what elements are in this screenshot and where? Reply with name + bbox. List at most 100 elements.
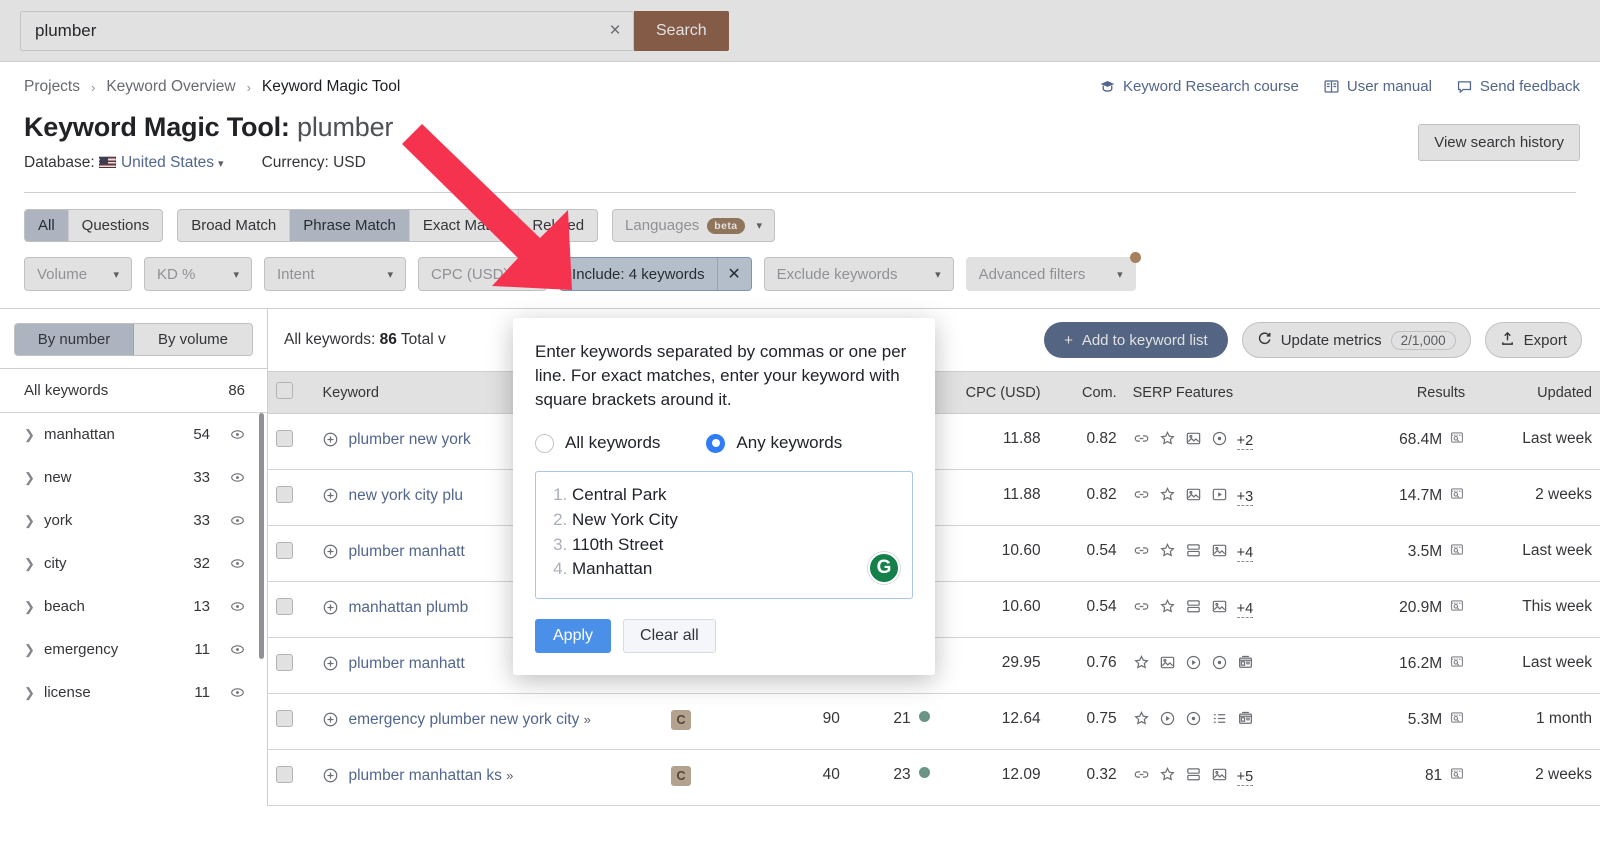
serp-more-link[interactable]: +2	[1236, 433, 1254, 450]
send-feedback-link[interactable]: Send feedback	[1456, 78, 1580, 95]
select-all-checkbox[interactable]	[276, 382, 293, 399]
export-button[interactable]: Export	[1484, 322, 1582, 358]
languages-dropdown[interactable]: Languages beta ▾	[612, 209, 776, 242]
tab-broad-match[interactable]: Broad Match	[178, 210, 291, 241]
add-keyword-icon[interactable]	[322, 711, 339, 733]
database-selector[interactable]: Database: United States ▾	[24, 154, 224, 172]
breadcrumb-keyword-overview[interactable]: Keyword Overview	[106, 78, 235, 96]
star-icon[interactable]	[1159, 430, 1176, 452]
sidebar-item-manhattan[interactable]: ❯ manhattan 54	[0, 413, 267, 456]
image-icon[interactable]	[1185, 486, 1202, 508]
eye-icon[interactable]	[230, 513, 245, 528]
intent-filter[interactable]: Intent ▾	[264, 257, 406, 291]
keyword-link[interactable]: plumber new york	[348, 430, 470, 451]
update-metrics-button[interactable]: Update metrics 2/1,000	[1241, 322, 1471, 358]
star-icon[interactable]	[1159, 766, 1176, 788]
intent-badge[interactable]: C	[671, 710, 692, 730]
image-icon[interactable]	[1159, 654, 1176, 676]
column-com[interactable]: Com.	[1048, 371, 1125, 414]
serp-preview-icon[interactable]	[1449, 542, 1465, 562]
chevron-right-icon[interactable]: ❯	[24, 470, 35, 486]
user-manual-link[interactable]: User manual	[1323, 78, 1432, 95]
table-row[interactable]: emergency plumber new york city » C 90 2…	[268, 693, 1600, 750]
eye-icon[interactable]	[230, 427, 245, 442]
video-icon[interactable]	[1185, 654, 1202, 676]
serp-more-link[interactable]: +4	[1236, 601, 1254, 618]
add-keyword-icon[interactable]	[322, 767, 339, 789]
row-checkbox[interactable]	[276, 430, 293, 447]
news-icon[interactable]	[1237, 710, 1254, 732]
serp-more-link[interactable]: +3	[1236, 489, 1254, 506]
intent-badge[interactable]: C	[671, 766, 692, 786]
eye-icon[interactable]	[230, 599, 245, 614]
radio-all-keywords[interactable]: All keywords	[535, 433, 660, 453]
sidebar-item-new[interactable]: ❯ new 33	[0, 456, 267, 499]
image-icon[interactable]	[1185, 430, 1202, 452]
serp-more-link[interactable]: +5	[1236, 769, 1254, 786]
sidebar-scrollbar[interactable]	[259, 413, 264, 659]
location-icon[interactable]	[1211, 654, 1228, 676]
cpc-filter[interactable]: CPC (USD) ▾	[418, 257, 548, 291]
sidebar-item-city[interactable]: ❯ city 32	[0, 542, 267, 585]
serp-more-link[interactable]: +4	[1236, 545, 1254, 562]
chevron-right-icon[interactable]: ❯	[24, 685, 35, 701]
radio-any-keywords[interactable]: Any keywords	[706, 433, 842, 453]
keyword-research-course-link[interactable]: Keyword Research course	[1099, 78, 1299, 95]
link-icon[interactable]	[1133, 766, 1150, 788]
search-button[interactable]: Search	[634, 10, 729, 51]
link-icon[interactable]	[1133, 430, 1150, 452]
keyword-link[interactable]: plumber manhatt	[348, 654, 464, 675]
chevron-right-icon[interactable]: ❯	[24, 427, 35, 443]
keyword-link[interactable]: plumber manhatt	[348, 542, 464, 563]
row-checkbox[interactable]	[276, 710, 293, 727]
database-value[interactable]: United States	[121, 154, 214, 171]
tab-questions[interactable]: Questions	[69, 210, 163, 241]
add-keyword-icon[interactable]	[322, 431, 339, 453]
row-checkbox[interactable]	[276, 542, 293, 559]
star-icon[interactable]	[1159, 598, 1176, 620]
layout-icon[interactable]	[1185, 766, 1202, 788]
list-icon[interactable]	[1211, 710, 1228, 732]
column-updated[interactable]: Updated	[1473, 371, 1600, 414]
column-serp-features[interactable]: SERP Features	[1124, 371, 1336, 414]
breadcrumb-projects[interactable]: Projects	[24, 78, 80, 96]
volume-filter[interactable]: Volume ▾	[24, 257, 132, 291]
star-icon[interactable]	[1159, 486, 1176, 508]
row-checkbox[interactable]	[276, 654, 293, 671]
tab-by-volume[interactable]: By volume	[134, 324, 252, 355]
keywords-textarea[interactable]: Central ParkNew York City110th StreetMan…	[535, 471, 913, 600]
chevron-right-icon[interactable]: ❯	[24, 599, 35, 615]
search-input[interactable]	[21, 11, 597, 50]
keyword-link[interactable]: emergency plumber new york city »	[348, 710, 590, 731]
serp-preview-icon[interactable]	[1449, 654, 1465, 674]
layout-icon[interactable]	[1185, 542, 1202, 564]
sidebar-item-all-keywords[interactable]: All keywords 86	[0, 369, 267, 413]
star-icon[interactable]	[1133, 710, 1150, 732]
include-keywords-chip[interactable]: Include: 4 keywords ✕	[559, 257, 752, 291]
chevron-right-icon[interactable]: ❯	[24, 642, 35, 658]
serp-preview-icon[interactable]	[1449, 710, 1465, 730]
tab-phrase-match[interactable]: Phrase Match	[290, 210, 410, 241]
sidebar-item-york[interactable]: ❯ york 33	[0, 499, 267, 542]
star-icon[interactable]	[1133, 654, 1150, 676]
add-keyword-icon[interactable]	[322, 543, 339, 565]
news-icon[interactable]	[1237, 654, 1254, 676]
add-to-keyword-list-button[interactable]: + Add to keyword list	[1044, 322, 1228, 358]
expand-icon[interactable]: »	[506, 768, 513, 783]
exclude-keywords-dropdown[interactable]: Exclude keywords ▾	[763, 257, 954, 291]
column-results[interactable]: Results	[1335, 371, 1474, 414]
star-icon[interactable]	[1159, 542, 1176, 564]
tab-all[interactable]: All	[25, 210, 69, 241]
eye-icon[interactable]	[230, 556, 245, 571]
serp-preview-icon[interactable]	[1449, 430, 1465, 450]
eye-icon[interactable]	[230, 642, 245, 657]
clear-all-button[interactable]: Clear all	[623, 619, 716, 654]
location-icon[interactable]	[1211, 430, 1228, 452]
image-icon[interactable]	[1211, 766, 1228, 788]
eye-icon[interactable]	[230, 685, 245, 700]
table-row[interactable]: plumber manhattan ks » C 40 23 12.09 0.3…	[268, 749, 1600, 806]
add-keyword-icon[interactable]	[322, 487, 339, 509]
link-icon[interactable]	[1133, 598, 1150, 620]
row-checkbox[interactable]	[276, 598, 293, 615]
add-keyword-icon[interactable]	[322, 655, 339, 677]
